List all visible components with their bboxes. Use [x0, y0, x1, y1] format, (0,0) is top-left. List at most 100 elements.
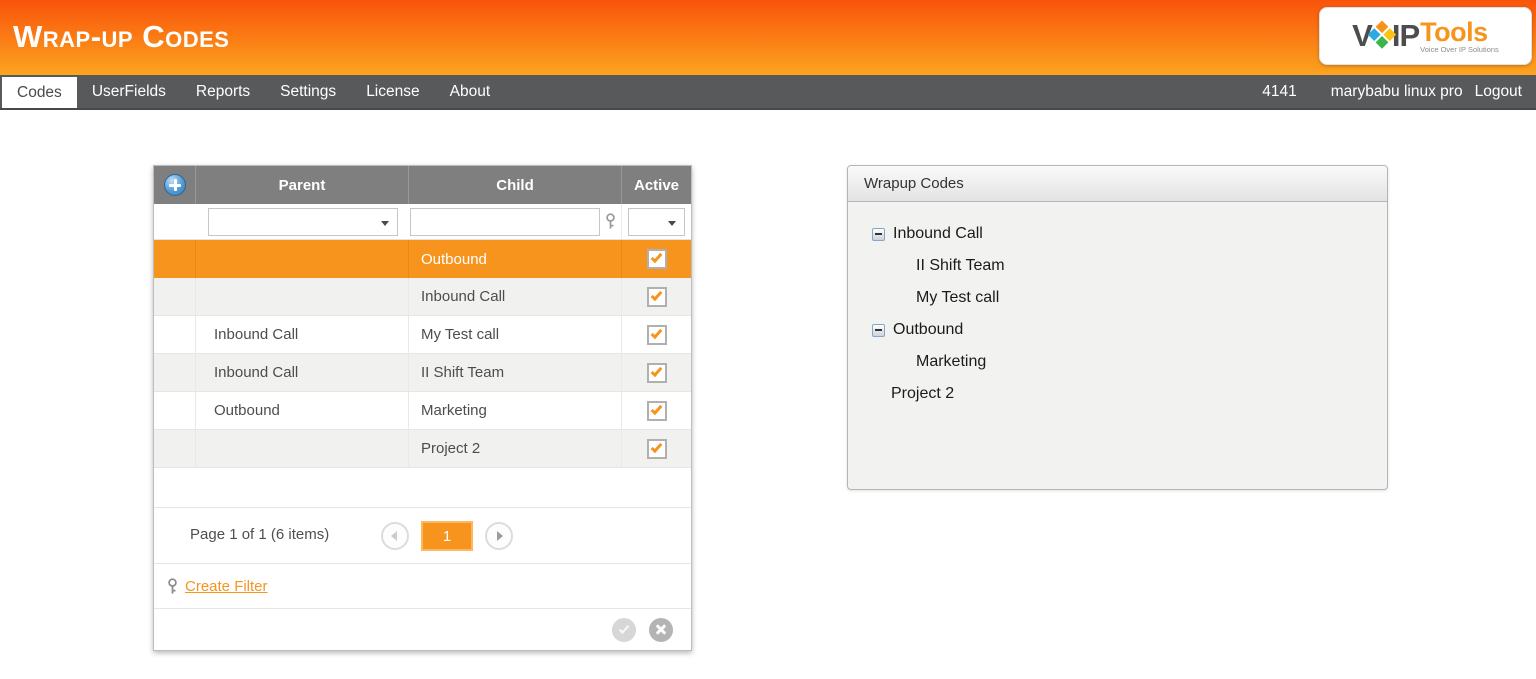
tree-node-child[interactable]: II Shift Team — [916, 250, 1387, 282]
cell-parent: Outbound — [196, 392, 409, 429]
logout-link[interactable]: Logout — [1475, 83, 1522, 101]
filter-row-spacer — [154, 204, 196, 239]
cell-active — [622, 278, 691, 315]
collapse-minus-icon[interactable] — [872, 323, 885, 337]
tree-node-label: Inbound Call — [893, 225, 983, 242]
table-row[interactable]: Project 2 — [154, 430, 691, 468]
nav-tabs: Codes UserFields Reports Settings License Abo… — [0, 75, 505, 108]
cell-parent — [196, 278, 409, 315]
table-row[interactable]: Inbound Call II Shift Team — [154, 354, 691, 392]
cell-active — [622, 316, 691, 353]
minus-glyph — [875, 233, 882, 235]
column-header-active[interactable]: Active — [622, 166, 691, 204]
grid-footer — [154, 609, 691, 650]
nav-tab-settings[interactable]: Settings — [265, 75, 351, 108]
voiptools-logo: V IP Tools Voice Over IP Solutions — [1319, 7, 1532, 65]
cancel-changes-button[interactable] — [649, 617, 673, 642]
plus-icon — [168, 179, 181, 191]
nav-tab-userfields[interactable]: UserFields — [77, 75, 181, 108]
nav-tab-reports[interactable]: Reports — [181, 75, 265, 108]
cell-active — [622, 392, 691, 429]
orange-check-icon — [650, 440, 663, 453]
table-row[interactable]: Outbound Marketing — [154, 392, 691, 430]
table-row[interactable]: Inbound Call My Test call — [154, 316, 691, 354]
active-filter-combo[interactable] — [628, 207, 685, 236]
pager-status: Page 1 of 1 (6 items) — [190, 526, 330, 543]
row-icon-cell — [154, 430, 196, 467]
filter-key-icon — [168, 577, 177, 594]
collapse-minus-icon[interactable] — [872, 227, 885, 241]
column-header-parent[interactable]: Parent — [196, 166, 409, 204]
row-icon-cell — [154, 278, 196, 315]
apply-changes-button[interactable] — [612, 617, 636, 642]
cell-child: Project 2 — [409, 430, 622, 467]
filter-cell-parent — [196, 207, 409, 236]
cell-parent — [196, 240, 409, 278]
grid-header-add-cell — [154, 166, 196, 204]
chevron-left-icon — [391, 531, 397, 541]
child-filter-input[interactable] — [410, 207, 600, 236]
next-page-button[interactable] — [485, 522, 513, 550]
extension-number: 4141 — [1262, 82, 1297, 100]
orange-check-icon — [650, 250, 663, 264]
table-row[interactable]: Outbound — [154, 240, 691, 278]
cell-active — [622, 240, 691, 278]
nav-tab-about[interactable]: About — [435, 75, 506, 108]
cell-parent — [196, 430, 409, 467]
check-icon — [618, 622, 630, 634]
row-icon-cell — [154, 316, 196, 353]
table-row[interactable]: Inbound Call — [154, 278, 691, 316]
row-icon-cell — [154, 354, 196, 391]
column-header-child[interactable]: Child — [409, 166, 622, 204]
user-name: marybabu linux pro — [1330, 82, 1463, 100]
tree-node[interactable]: Outbound — [872, 314, 1387, 346]
orange-check-icon — [650, 402, 663, 415]
orange-check-icon — [650, 364, 663, 377]
active-checkbox[interactable] — [646, 249, 667, 269]
nav-tab-codes[interactable]: Codes — [2, 77, 77, 108]
orange-check-icon — [650, 326, 663, 339]
tree-node[interactable]: Inbound Call — [872, 218, 1387, 250]
nav-tab-license[interactable]: License — [351, 75, 434, 108]
panel-title: Wrapup Codes — [848, 166, 1387, 202]
cell-active — [622, 430, 691, 467]
cell-child: Inbound Call — [409, 278, 622, 315]
grid-header-row: Parent Child Active — [154, 166, 691, 204]
cell-child: My Test call — [409, 316, 622, 353]
create-filter-link[interactable]: Create Filter — [185, 578, 268, 595]
tree-node-label: II Shift Team — [916, 257, 1005, 274]
active-checkbox[interactable] — [646, 286, 667, 307]
parent-filter-combo[interactable] — [208, 207, 398, 236]
active-checkbox[interactable] — [646, 438, 667, 459]
filter-cell-active — [622, 207, 691, 236]
tree-node[interactable]: Project 2 — [891, 378, 1387, 410]
tree-node-label: Marketing — [916, 353, 987, 370]
page-title: Wrap-up Codes — [13, 19, 230, 54]
logo-text-tools: Tools — [1420, 16, 1488, 47]
chevron-right-icon — [497, 531, 503, 541]
prev-page-button[interactable] — [381, 522, 409, 550]
cell-parent: Inbound Call — [196, 354, 409, 391]
filter-key-icon[interactable] — [604, 213, 617, 230]
active-checkbox[interactable] — [646, 324, 667, 345]
cell-child: II Shift Team — [409, 354, 622, 391]
chevron-down-icon — [668, 220, 676, 226]
nav-right: 4141 marybabu linux pro Logout — [1262, 75, 1536, 108]
row-icon-cell — [154, 392, 196, 429]
grid-filter-row — [154, 204, 691, 240]
row-icon-cell — [154, 240, 196, 278]
current-page-button[interactable]: 1 — [421, 521, 473, 551]
tree-body: Inbound Call II Shift Team My Test call Out… — [848, 202, 1387, 410]
grid-pager: Page 1 of 1 (6 items) 1 — [154, 508, 691, 564]
add-code-button[interactable] — [163, 174, 186, 196]
cell-parent: Inbound Call — [196, 316, 409, 353]
tree-node-label: Project 2 — [891, 385, 955, 402]
grid-filter-bar: Create Filter — [154, 564, 691, 609]
active-checkbox[interactable] — [646, 400, 667, 421]
minus-glyph — [875, 329, 882, 331]
tree-node-child[interactable]: Marketing — [916, 346, 1387, 378]
tree-node-child[interactable]: My Test call — [916, 282, 1387, 314]
pager-controls: 1 — [381, 521, 513, 551]
chevron-down-icon — [381, 220, 389, 226]
active-checkbox[interactable] — [646, 362, 667, 383]
